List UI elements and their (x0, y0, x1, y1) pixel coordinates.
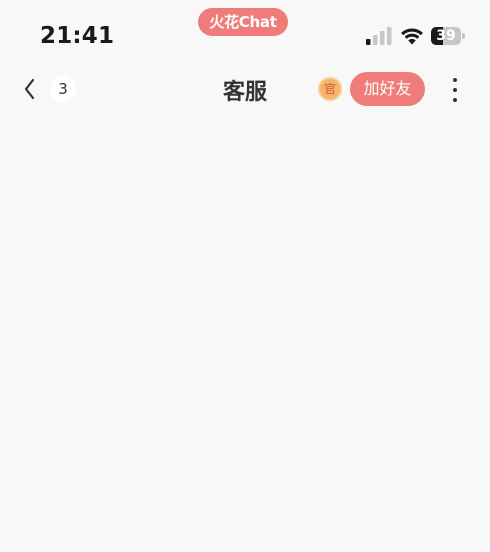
battery-body: 39 (431, 27, 461, 45)
cellular-signal-icon (366, 27, 392, 45)
chat-message-area[interactable] (0, 112, 490, 552)
more-dot (453, 98, 457, 102)
more-dot (453, 88, 457, 92)
app-indicator-pill[interactable]: 火花Chat (198, 8, 288, 36)
more-dot (453, 78, 457, 82)
wifi-icon (401, 28, 423, 45)
page-title: 客服 (222, 80, 267, 105)
status-time: 21:41 (40, 23, 115, 49)
battery-cap (462, 33, 465, 39)
unread-count-badge: 3 (50, 76, 76, 102)
official-badge: 官 (318, 77, 342, 101)
add-friend-button[interactable]: 加好友 (350, 72, 425, 106)
more-vertical-icon[interactable] (446, 76, 464, 104)
battery-indicator: 39 (431, 27, 466, 45)
status-bar: 火花Chat 21:41 39 (0, 0, 490, 66)
nav-bar: 3 客服 官 加好友 (0, 66, 490, 112)
battery-level-text: 39 (436, 28, 456, 44)
chevron-left-icon[interactable] (18, 74, 44, 104)
